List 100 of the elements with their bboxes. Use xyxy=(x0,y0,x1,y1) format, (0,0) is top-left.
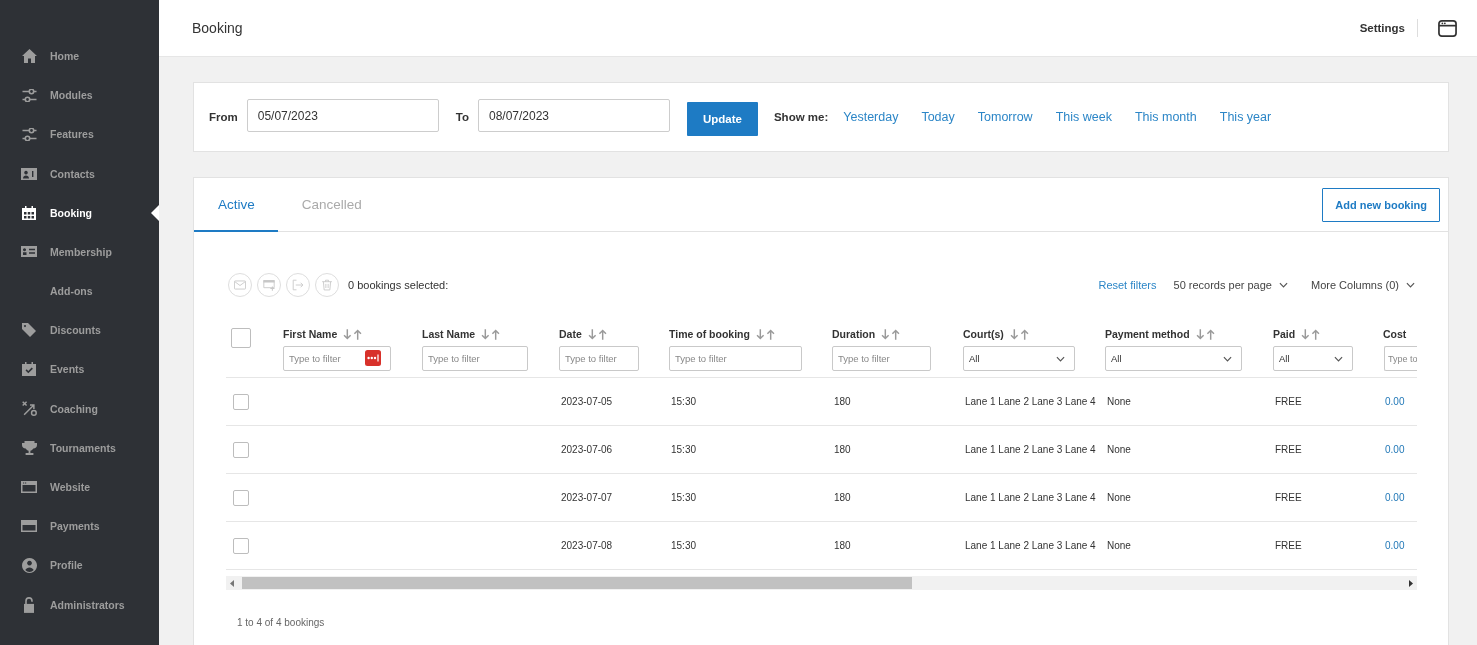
sidebar-item[interactable]: Events xyxy=(0,349,159,390)
table-cell: None xyxy=(1107,540,1131,551)
sidebar-item[interactable]: Home xyxy=(0,36,159,76)
x-arrow-circle-icon xyxy=(21,401,37,417)
table-cell: 180 xyxy=(834,396,851,407)
date-field[interactable]: 08/07/2023 xyxy=(477,99,670,132)
trophy-icon xyxy=(21,440,37,455)
calendar-icon xyxy=(22,205,36,220)
update-button[interactable]: Update xyxy=(686,101,758,136)
table-cell: FREE xyxy=(1275,540,1302,551)
sort-arrows-icon[interactable] xyxy=(1009,328,1029,340)
column-header: Duration xyxy=(832,328,876,340)
tab[interactable]: Active xyxy=(194,178,278,232)
horizontal-scrollbar[interactable] xyxy=(226,576,1417,590)
table-cell: FREE xyxy=(1275,396,1302,407)
checkbox[interactable] xyxy=(233,489,249,506)
filter-dropdown[interactable]: All xyxy=(1105,346,1242,371)
sort-arrows-icon[interactable] xyxy=(343,328,363,340)
table-cell: 0.00 xyxy=(1385,492,1405,503)
chevron-down-icon xyxy=(1334,355,1343,362)
sidebar-item[interactable]: Profile xyxy=(0,545,159,585)
table-cell: 2023-07-08 xyxy=(561,540,613,551)
sidebar-item[interactable]: Features xyxy=(0,114,159,154)
tag-icon xyxy=(22,323,36,338)
sidebar-item[interactable]: Modules xyxy=(0,75,159,115)
quick-range-link[interactable]: This week xyxy=(1055,110,1112,124)
sort-arrows-icon[interactable] xyxy=(755,328,775,340)
table-cell: 15:30 xyxy=(671,396,697,407)
sidebar-item[interactable]: Website xyxy=(0,467,159,507)
page-title: Booking xyxy=(192,20,243,36)
pointer-triangle-icon xyxy=(151,204,159,221)
quick-range-link[interactable]: This year xyxy=(1219,110,1272,124)
page-size-dropdown[interactable]: 50 records per page xyxy=(1173,279,1288,291)
reset-filters-link[interactable]: Reset filters xyxy=(1098,279,1157,291)
settings-link[interactable]: Settings xyxy=(1359,22,1405,34)
sidebar-item[interactable]: Discounts xyxy=(0,310,159,350)
checkbox[interactable] xyxy=(231,328,251,348)
column-header: Paid xyxy=(1273,328,1296,340)
field-label: From xyxy=(209,111,238,123)
sidebar-item[interactable]: Administrators xyxy=(0,585,159,625)
card-plus-icon xyxy=(263,279,275,291)
filter-input[interactable]: Type to filter xyxy=(422,346,528,371)
table-cell: 2023-07-05 xyxy=(561,396,613,407)
field-label: Show me: xyxy=(773,111,829,123)
column-header: Last Name xyxy=(422,328,476,340)
checkbox[interactable] xyxy=(233,393,249,410)
table-cell: None xyxy=(1107,396,1131,407)
filter-input[interactable]: Type to filter xyxy=(669,346,802,371)
sort-arrows-icon[interactable] xyxy=(587,328,607,340)
filter-input[interactable]: Type to filter xyxy=(283,346,391,371)
selection-count: 0 bookings selected: xyxy=(348,279,449,291)
sidebar-item[interactable]: Tournaments xyxy=(0,428,159,468)
filter-input[interactable]: Type to filter xyxy=(832,346,931,371)
column-header: Payment method xyxy=(1105,328,1190,340)
table-cell: 15:30 xyxy=(671,444,697,455)
filter-dropdown[interactable]: All xyxy=(963,346,1075,371)
browser-window-icon xyxy=(21,481,37,494)
column-header: Cost xyxy=(1383,328,1407,340)
chevron-down-icon xyxy=(1278,282,1288,288)
table-cell: 15:30 xyxy=(671,540,697,551)
checkbox[interactable] xyxy=(233,537,249,554)
quick-range-link[interactable]: Today xyxy=(921,110,955,124)
sort-arrows-icon[interactable] xyxy=(1301,328,1321,340)
left-arrow-icon[interactable] xyxy=(230,579,234,587)
chevron-down-icon xyxy=(1056,355,1065,362)
table-cell: Lane 1 Lane 2 Lane 3 Lane 4 xyxy=(965,396,1096,407)
sidebar-item[interactable]: Contacts xyxy=(0,153,159,194)
sidebar-item[interactable]: Add-ons xyxy=(0,271,159,311)
filter-input[interactable]: Type to filter xyxy=(559,346,639,371)
dots-icon[interactable] xyxy=(365,350,381,366)
column-header: First Name xyxy=(283,328,338,340)
table-cell: 2023-07-06 xyxy=(561,444,613,455)
filter-input[interactable]: Type to xyxy=(1384,346,1417,371)
sort-arrows-icon[interactable] xyxy=(1195,328,1215,340)
sort-arrows-icon[interactable] xyxy=(481,328,501,340)
sidebar-item[interactable]: Payments xyxy=(0,506,159,546)
sidebar-item[interactable]: Membership xyxy=(0,232,159,272)
id-card-icon xyxy=(21,246,37,258)
chevron-down-icon xyxy=(1406,282,1415,288)
quick-range-link[interactable]: This month xyxy=(1134,110,1197,124)
date-field[interactable]: 05/07/2023 xyxy=(246,99,439,132)
table-cell: 180 xyxy=(834,444,851,455)
table-cell: 180 xyxy=(834,540,851,551)
sort-arrows-icon[interactable] xyxy=(881,328,901,340)
quick-range-link[interactable]: Tomorrow xyxy=(977,110,1033,124)
checkbox[interactable] xyxy=(233,441,249,458)
filter-dropdown[interactable]: All xyxy=(1273,346,1353,371)
add-booking-button[interactable]: Add new booking xyxy=(1322,187,1440,222)
window-icon[interactable] xyxy=(1438,18,1457,38)
sidebar-item[interactable]: Coaching xyxy=(0,389,159,429)
scrollbar-thumb[interactable] xyxy=(242,577,912,589)
quick-range-link[interactable]: Yesterday xyxy=(843,110,899,124)
table-cell: FREE xyxy=(1275,444,1302,455)
sidebar-item[interactable]: Booking xyxy=(0,193,159,233)
table-cell: 15:30 xyxy=(671,492,697,503)
table-cell: 0.00 xyxy=(1385,396,1405,407)
table-cell: 0.00 xyxy=(1385,444,1405,455)
right-arrow-icon[interactable] xyxy=(1409,579,1413,587)
calendar-check-icon xyxy=(22,362,36,377)
columns-dropdown[interactable]: More Columns (0) xyxy=(1310,279,1415,291)
